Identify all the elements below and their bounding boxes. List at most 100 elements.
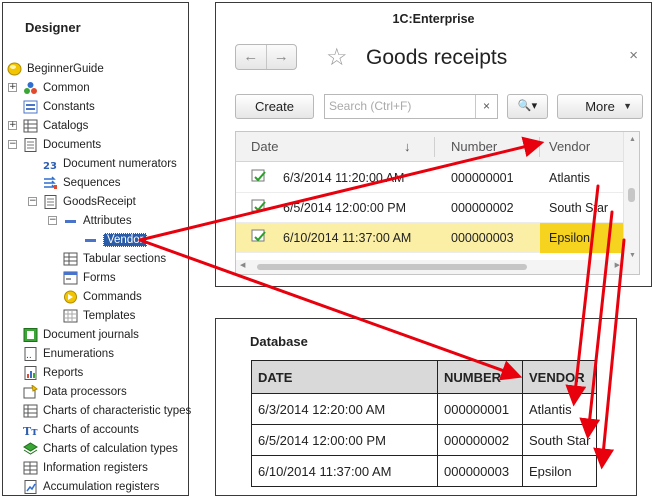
tree-item-beginnerguide[interactable]: BeginnerGuide — [7, 59, 104, 78]
tree-item-label: Tabular sections — [83, 252, 167, 265]
list-header: Date ↓ Number Vendor — [236, 132, 624, 162]
tree-item-enumerations[interactable]: .. Enumerations — [23, 344, 114, 363]
accum-registers-icon — [23, 479, 38, 494]
catalogs-icon — [23, 119, 38, 133]
posted-document-icon — [251, 199, 267, 217]
tree-item-documents[interactable]: Documents — [23, 135, 101, 154]
cell-date: 6/5/2014 12:00:00 PM — [283, 201, 407, 215]
create-button[interactable]: Create — [235, 94, 314, 119]
scrollbar-thumb[interactable] — [257, 264, 527, 270]
accounts-icon: Tт — [23, 423, 38, 438]
back-arrow-icon[interactable]: ← — [236, 45, 267, 69]
tree-item-accumulation-registers[interactable]: Accumulation registers — [23, 477, 159, 496]
navigation-buttons: ← → — [235, 44, 297, 70]
tree-item-constants[interactable]: Constants — [23, 97, 95, 116]
tree-item-label: Documents — [43, 138, 102, 151]
search-button[interactable]: 🔍▾ — [507, 94, 548, 119]
tree-item-vendor[interactable]: Vendor — [83, 230, 148, 249]
cell-number: 000000001 — [451, 171, 514, 185]
designer-panel: Designer BeginnerGuide + Common Constant… — [2, 2, 191, 496]
sort-descending-icon[interactable]: ↓ — [404, 132, 411, 162]
tree-item-label: Charts of accounts — [43, 423, 139, 436]
tree-item-goodsreceipt[interactable]: GoodsReceipt — [43, 192, 136, 211]
tree-item-label: Constants — [43, 100, 95, 113]
tree-item-label: Accumulation registers — [43, 480, 160, 493]
collapse-icon[interactable]: − — [48, 216, 57, 225]
chevron-down-icon: ▼ — [623, 101, 632, 111]
tree-item-charts-characteristic[interactable]: Charts of characteristic types — [23, 401, 191, 420]
goods-receipts-list[interactable]: Date ↓ Number Vendor 6/3/2014 11:20:00 A… — [235, 131, 640, 275]
scroll-up-icon[interactable]: ▲ — [629, 136, 636, 143]
tree-item-sequences[interactable]: Sequences — [43, 173, 121, 192]
tree-item-catalogs[interactable]: Catalogs — [23, 116, 88, 135]
cell-date: 6/10/2014 11:37:00 AM — [251, 455, 438, 487]
table-row-selected[interactable]: 6/10/2014 11:37:00 AM 000000003 Epsilon — [236, 223, 624, 253]
vertical-scrollbar[interactable]: ▲ ▼ — [623, 132, 639, 274]
expand-icon[interactable]: + — [8, 121, 17, 130]
tree-item-attributes[interactable]: Attributes — [63, 211, 132, 230]
tree-item-tabular-sections[interactable]: Tabular sections — [63, 249, 166, 268]
attribute-icon — [83, 233, 98, 247]
cell-vendor: Atlantis — [522, 393, 597, 425]
table-row[interactable]: 6/5/2014 12:00:00 PM 000000002 South Sta… — [236, 193, 624, 223]
expand-icon[interactable]: + — [8, 83, 17, 92]
tree-item-label: Reports — [43, 366, 84, 379]
cell-vendor[interactable]: Epsilon — [540, 223, 624, 253]
cell-vendor: Atlantis — [549, 171, 590, 185]
tree-item-forms[interactable]: Forms — [63, 268, 116, 287]
horizontal-scrollbar[interactable]: ◀ ▶ — [236, 260, 624, 274]
constants-icon — [23, 100, 38, 114]
tree-item-document-journals[interactable]: Document journals — [23, 325, 139, 344]
search-placeholder: Search (Ctrl+F) — [329, 99, 412, 113]
tree-item-information-registers[interactable]: Information registers — [23, 458, 148, 477]
sequences-icon — [43, 175, 58, 190]
column-header-date: DATE — [251, 360, 438, 394]
search-icon: 🔍▾ — [517, 100, 538, 112]
table-row[interactable]: 6/3/2014 11:20:00 AM 000000001 Atlantis — [236, 163, 624, 193]
scroll-right-icon[interactable]: ▶ — [615, 261, 620, 269]
tree-item-label: Data processors — [43, 385, 127, 398]
enumerations-icon: .. — [23, 346, 38, 361]
attributes-icon — [63, 214, 78, 228]
scrollbar-thumb[interactable] — [628, 188, 635, 202]
tree-item-label: Information registers — [43, 461, 148, 474]
tree-item-common[interactable]: Common — [23, 78, 90, 97]
column-header-number[interactable]: Number — [451, 132, 497, 162]
document-icon — [43, 194, 58, 209]
cell-date: 6/10/2014 11:37:00 AM — [283, 231, 412, 245]
tree-item-label: Document journals — [43, 328, 139, 341]
tree-item-commands[interactable]: Commands — [63, 287, 142, 306]
clear-search-icon[interactable]: × — [475, 95, 497, 118]
cell-number: 000000003 — [437, 455, 523, 487]
column-header-date[interactable]: Date — [251, 132, 278, 162]
tree-item-label: Attributes — [83, 214, 132, 227]
svg-text:Tт: Tт — [23, 425, 38, 437]
star-icon[interactable]: ☆ — [326, 43, 348, 72]
close-icon[interactable]: × — [629, 47, 638, 64]
search-input[interactable]: Search (Ctrl+F) × — [324, 94, 498, 119]
column-header-vendor[interactable]: Vendor — [549, 132, 590, 162]
tree-item-charts-calculation[interactable]: Charts of calculation types — [23, 439, 178, 458]
tree-item-document-numerators[interactable]: 23 Document numerators — [43, 154, 177, 173]
tree-item-templates[interactable]: Templates — [63, 306, 135, 325]
tree-item-label: GoodsReceipt — [63, 195, 136, 208]
collapse-icon[interactable]: − — [28, 197, 37, 206]
tree-item-label: Document numerators — [63, 157, 177, 170]
tree-item-label: BeginnerGuide — [27, 62, 104, 75]
cell-vendor: Epsilon — [522, 455, 597, 487]
tree-item-charts-accounts[interactable]: Tт Charts of accounts — [23, 420, 139, 439]
svg-text:..: .. — [26, 351, 32, 361]
tree-item-label: Catalogs — [43, 119, 89, 132]
scroll-left-icon[interactable]: ◀ — [240, 261, 245, 269]
tree-item-label: Commands — [83, 290, 142, 303]
tree-item-label: Enumerations — [43, 347, 114, 360]
tree-item-label: Vendor — [103, 232, 148, 247]
tree-item-data-processors[interactable]: Data processors — [23, 382, 127, 401]
cell-number: 000000002 — [451, 201, 514, 215]
collapse-icon[interactable]: − — [8, 140, 17, 149]
tree-item-reports[interactable]: Reports — [23, 363, 83, 382]
tree-item-label: Common — [43, 81, 90, 94]
forward-arrow-icon[interactable]: → — [267, 45, 297, 69]
scroll-down-icon[interactable]: ▼ — [629, 252, 636, 259]
more-button[interactable]: More ▼ — [557, 94, 643, 119]
